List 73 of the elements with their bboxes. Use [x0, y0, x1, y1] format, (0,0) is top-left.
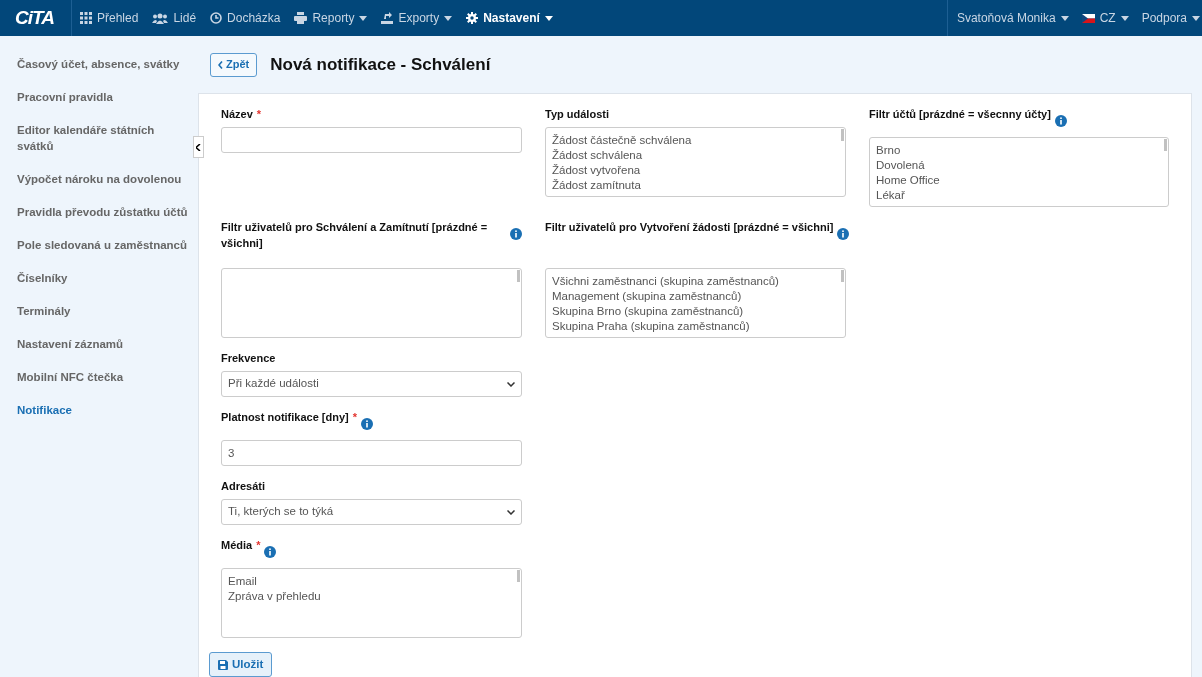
field-label: Název: [221, 107, 253, 122]
list-option[interactable]: Email: [228, 574, 515, 589]
sidebar-item[interactable]: Pole sledovaná u zaměstnanců: [17, 237, 189, 253]
list-option[interactable]: Management (skupina zaměstnanců): [552, 289, 839, 304]
sidebar-item[interactable]: Terminály: [17, 303, 189, 319]
dropdown[interactable]: Při každé události: [221, 371, 522, 397]
chevron-down-icon: [507, 509, 515, 515]
field-label: Platnost notifikace [dny]: [221, 410, 349, 425]
caret-icon: [1192, 15, 1200, 21]
text-field[interactable]: 3: [221, 440, 522, 466]
list-option[interactable]: Home Office: [876, 173, 1162, 188]
page-title: Nová notifikace - Schválení: [270, 53, 491, 76]
caret-icon: [1120, 15, 1129, 21]
sidebar-item[interactable]: Editor kalendáře státních svátků: [17, 122, 189, 154]
list-option[interactable]: Brno: [876, 143, 1162, 158]
nav-menu-link[interactable]: Svatoňová Monika: [956, 9, 1069, 27]
printer-icon: [294, 12, 308, 24]
list-box[interactable]: Brno Dovolená Home Office Lékař: [869, 137, 1169, 207]
sidebar-item[interactable]: Notifikace: [17, 402, 189, 418]
nav-menu-link[interactable]: CZ: [1081, 9, 1129, 27]
nav-menu-link[interactable]: Podpora: [1141, 9, 1200, 27]
list-box[interactable]: Email Zpráva v přehledu: [221, 568, 522, 638]
caret-icon: [1060, 15, 1069, 21]
list-option[interactable]: Skupina Brno (skupina zaměstnanců): [552, 304, 839, 319]
collapse-tab[interactable]: [193, 136, 204, 158]
list-box[interactable]: Žádost částečně schválena Žádost schválena Žádost vytvořena Žádost zamítnuta: [545, 127, 846, 197]
field-label: Filtr uživatelů pro Vytvoření žádosti [prázdné = všichni]: [545, 220, 834, 235]
list-option[interactable]: Žádost vytvořena: [552, 163, 839, 178]
sidebar-item[interactable]: Číselníky: [17, 270, 189, 286]
nav-link[interactable]: Reporty: [294, 9, 368, 27]
required-mark: *: [256, 538, 261, 553]
logo[interactable]: CiTA: [15, 3, 54, 33]
sidebar-item[interactable]: Nastavení záznamů: [17, 336, 189, 352]
chevron-left-icon: [196, 143, 201, 151]
list-option[interactable]: Dovolená: [876, 158, 1162, 173]
nav-link[interactable]: Nastavení: [466, 9, 553, 27]
field-label: Adresáti: [221, 479, 266, 494]
dropdown[interactable]: Ti, kterých se to týká: [221, 499, 522, 525]
field-label: Filtr uživatelů pro Schválení a Zamítnutí [prázdné = všichni]: [221, 220, 489, 251]
save-button[interactable]: Uložit: [209, 652, 273, 677]
required-mark: *: [256, 107, 262, 122]
clock-icon: [210, 12, 223, 24]
list-option[interactable]: Žádost částečně schválena: [552, 133, 839, 148]
list-box[interactable]: Všichni zaměstnanci (skupina zaměstnanců) Management (skupina zaměstnanců) Skupina Brno (skupina zaměstnanců) Skupina Praha (skupina zaměstnanců): [545, 268, 846, 338]
field-label: Média: [221, 538, 253, 553]
list-box[interactable]: [221, 268, 522, 338]
list-option[interactable]: Žádost schválena: [552, 148, 839, 163]
sidebar-item[interactable]: Pracovní pravidla: [17, 89, 189, 105]
sidebar-item[interactable]: Mobilní NFC čtečka: [17, 369, 189, 385]
list-option[interactable]: Zpráva v přehledu: [228, 589, 515, 604]
export-icon: [381, 12, 394, 24]
list-option[interactable]: Všichni zaměstnanci (skupina zaměstnanců): [552, 274, 839, 289]
list-option[interactable]: Žádost zamítnuta: [552, 178, 839, 193]
back-button[interactable]: Zpět: [210, 52, 258, 77]
nav-link[interactable]: Lidé: [152, 9, 197, 27]
text-field[interactable]: [221, 127, 522, 153]
settings-icon: [466, 12, 479, 24]
field-label: Filtr účtů [prázdné = všecnny účty]: [869, 107, 1051, 122]
field-label: Frekvence: [221, 351, 276, 366]
grid-icon: [80, 12, 92, 24]
list-option[interactable]: Skupina Praha (skupina zaměstnanců): [552, 319, 839, 334]
nav-link[interactable]: Docházka: [210, 9, 281, 27]
sidebar-item[interactable]: Časový účet, absence, svátky: [17, 56, 189, 72]
list-option[interactable]: Lékař: [876, 188, 1162, 203]
nav-link[interactable]: Přehled: [80, 9, 139, 27]
sidebar-item[interactable]: Pravidla převodu zůstatku účtů: [17, 204, 189, 220]
required-mark: *: [352, 410, 358, 425]
chevron-down-icon: [507, 381, 515, 387]
field-label: Typ události: [545, 107, 609, 122]
people-icon: [152, 12, 169, 24]
nav-link[interactable]: Exporty: [381, 9, 453, 27]
chevron-left-icon: [218, 60, 223, 69]
sidebar-item[interactable]: Výpočet nároku na dovolenou: [17, 171, 189, 187]
